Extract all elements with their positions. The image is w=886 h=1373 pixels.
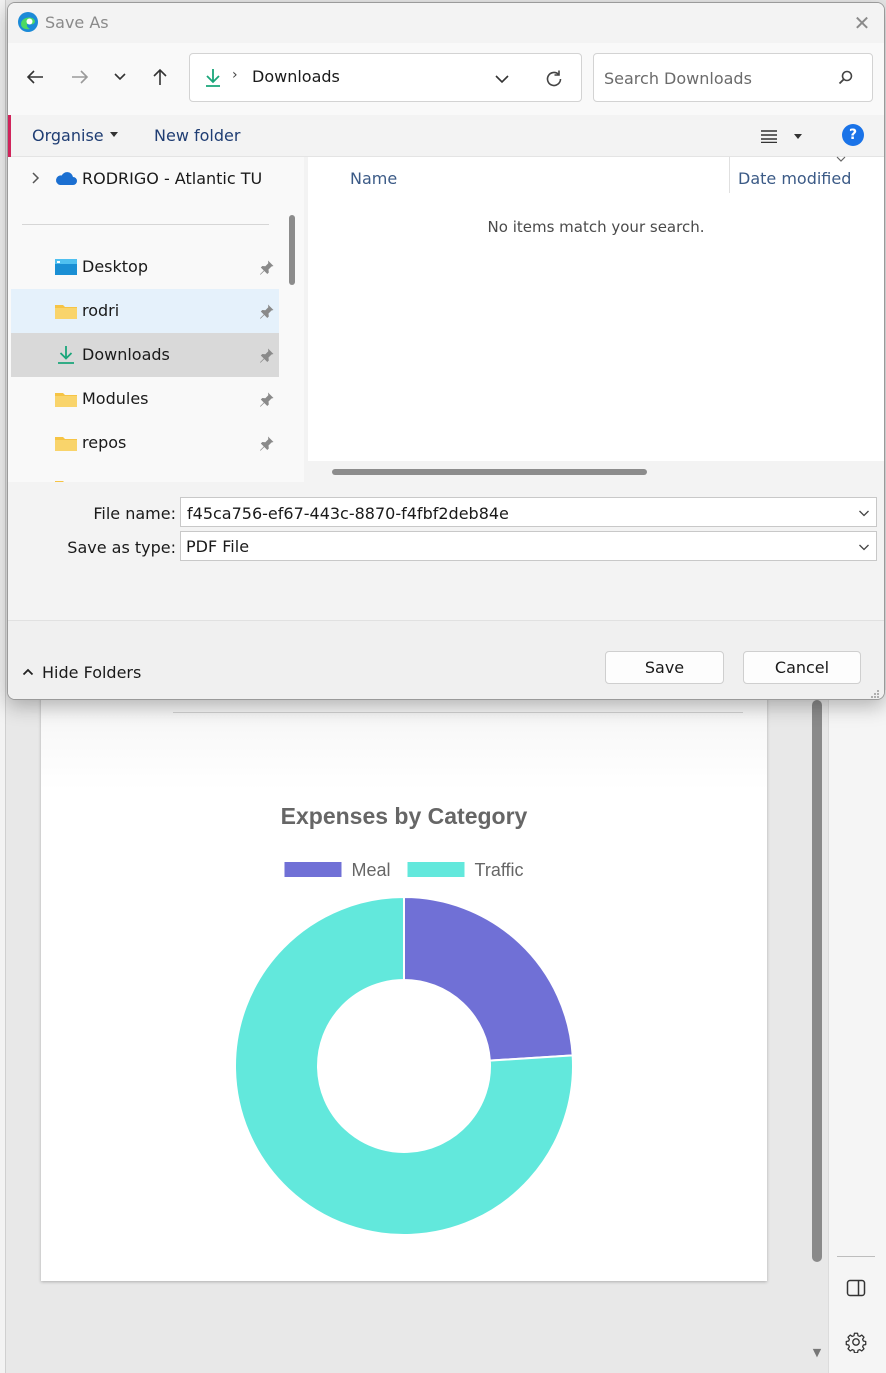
- folder-icon: [55, 393, 77, 407]
- desktop-icon: [55, 259, 77, 275]
- save-as-type-value: PDF File: [186, 537, 250, 556]
- pin-icon: [260, 260, 274, 275]
- downloads-icon: [58, 346, 74, 364]
- nav-item-label: repos: [82, 433, 127, 452]
- file-list-pane: Name Date modified No items match your s…: [308, 156, 884, 482]
- navigation-pane: RODRIGO - Atlantic TU Desktop rodri Down…: [8, 157, 304, 482]
- legend-label-meal[interactable]: Meal: [351, 860, 390, 880]
- column-header-date-modified[interactable]: Date modified: [738, 169, 851, 188]
- downloads-icon: [206, 69, 220, 87]
- dialog-footer: Hide Folders Save Cancel: [8, 620, 884, 699]
- command-bar: Organise New folder ?: [8, 115, 884, 175]
- chart-title: Expenses by Category: [281, 803, 528, 829]
- folder-icon: [55, 305, 77, 319]
- sidebar-toggle-icon[interactable]: [844, 1276, 868, 1300]
- save-as-type-select[interactable]: PDF File: [180, 531, 877, 561]
- chart-slices: [234, 895, 575, 1236]
- nav-item-label: Downloads: [82, 345, 170, 364]
- save-as-dialog: Save As ✕ › Downloads Search Downloads O…: [7, 2, 885, 700]
- expenses-doughnut-chart: Expenses by Category Meal Traffic: [234, 803, 575, 1236]
- list-view-icon: [761, 130, 777, 143]
- organise-caret-icon: [109, 132, 118, 137]
- pdf-scrollbar-thumb[interactable]: [812, 700, 822, 1262]
- nav-item-label: Modules: [82, 389, 149, 408]
- search-icon[interactable]: [836, 68, 856, 88]
- address-current-folder[interactable]: Downloads: [252, 67, 340, 86]
- save-as-type-label: Save as type:: [67, 538, 176, 557]
- file-name-input[interactable]: [187, 502, 847, 524]
- nav-divider: [22, 224, 269, 225]
- empty-results-message: No items match your search.: [487, 218, 705, 236]
- help-icon[interactable]: ?: [842, 124, 864, 146]
- nav-item-label: rodri: [82, 301, 120, 320]
- new-folder-button[interactable]: New folder: [154, 126, 240, 145]
- pdf-scroll-down-arrow[interactable]: ▼: [810, 1347, 824, 1359]
- legend-label-traffic[interactable]: Traffic: [475, 860, 524, 880]
- column-separator[interactable]: [729, 157, 730, 193]
- close-icon[interactable]: ✕: [851, 12, 873, 34]
- side-panel-divider: [837, 1256, 875, 1257]
- viewer-left-edge: [0, 0, 6, 1373]
- cancel-button[interactable]: Cancel: [743, 651, 861, 684]
- nav-item-partial[interactable]: [11, 465, 279, 482]
- file-name-label: File name:: [93, 504, 176, 523]
- pin-icon: [260, 348, 274, 363]
- chevron-up-icon: [22, 668, 34, 676]
- address-bar[interactable]: › Downloads: [189, 53, 582, 102]
- hide-folders-toggle[interactable]: Hide Folders: [22, 661, 141, 683]
- view-caret-icon: [794, 133, 802, 139]
- search-box[interactable]: [593, 53, 873, 102]
- navigation-row: › Downloads: [8, 43, 884, 115]
- nav-account-label: RODRIGO - Atlantic TU: [82, 169, 263, 188]
- view-options-button[interactable]: [760, 125, 808, 147]
- nav-pane-scrollbar-thumb[interactable]: [289, 215, 295, 285]
- save-fields: File name: Save as type: PDF File: [8, 482, 884, 620]
- file-name-combobox[interactable]: [180, 497, 877, 527]
- expand-chevron-icon[interactable]: [29, 171, 41, 185]
- nav-item-onedrive[interactable]: RODRIGO - Atlantic TU: [11, 157, 279, 201]
- legend-swatch-traffic[interactable]: [407, 862, 465, 877]
- edge-logo-icon: [18, 12, 38, 32]
- settings-gear-icon[interactable]: [844, 1330, 868, 1354]
- nav-item-rodri[interactable]: rodri: [11, 289, 279, 333]
- pin-icon: [260, 304, 274, 319]
- onedrive-cloud-icon: [56, 172, 77, 185]
- viewer-side-panel: [828, 690, 886, 1373]
- pin-icon: [260, 436, 274, 451]
- chart-legend: Meal Traffic: [284, 860, 524, 880]
- pdf-page: Expenses by Category Meal Traffic: [41, 690, 767, 1281]
- doughnut-slice-meal: [403, 895, 574, 1062]
- file-name-dropdown-chevron-icon[interactable]: [858, 507, 870, 519]
- hide-folders-label: Hide Folders: [42, 662, 142, 682]
- resize-grip-icon[interactable]: [870, 689, 880, 699]
- refresh-icon[interactable]: [543, 68, 565, 90]
- address-history-chevron-icon[interactable]: [493, 70, 511, 88]
- recent-locations-chevron-icon[interactable]: [106, 63, 134, 91]
- organise-label: Organise: [32, 126, 104, 145]
- nav-item-modules[interactable]: Modules: [11, 377, 279, 421]
- horizontal-scrollbar[interactable]: [308, 461, 884, 482]
- up-arrow-icon[interactable]: [146, 63, 174, 91]
- nav-item-desktop[interactable]: Desktop: [11, 245, 279, 289]
- save-button[interactable]: Save: [605, 651, 724, 684]
- legend-swatch-meal[interactable]: [284, 862, 342, 877]
- save-as-type-dropdown-chevron-icon[interactable]: [858, 541, 870, 553]
- breadcrumb-separator-icon: ›: [232, 67, 238, 83]
- search-input[interactable]: [604, 66, 824, 90]
- back-arrow-icon[interactable]: [21, 63, 49, 91]
- sort-chevron-icon: [836, 156, 846, 162]
- organise-menu[interactable]: Organise: [32, 126, 118, 145]
- folder-icon: [55, 437, 77, 451]
- pin-icon: [260, 392, 274, 407]
- forward-arrow-icon[interactable]: [66, 63, 94, 91]
- horizontal-scrollbar-thumb[interactable]: [332, 469, 647, 475]
- column-header-name[interactable]: Name: [350, 169, 397, 188]
- dialog-title: Save As: [45, 13, 109, 32]
- nav-item-label: Desktop: [82, 257, 148, 276]
- dialog-titlebar: Save As ✕: [8, 3, 884, 43]
- nav-item-downloads[interactable]: Downloads: [11, 333, 279, 377]
- nav-item-repos[interactable]: repos: [11, 421, 279, 465]
